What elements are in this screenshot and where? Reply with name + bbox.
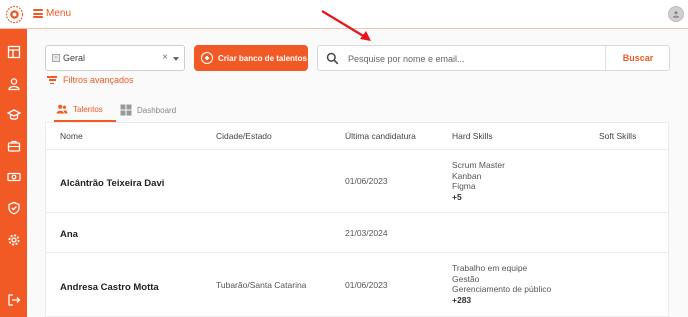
advanced-filters-link[interactable]: Filtros avançados [47, 75, 134, 85]
column-header-soft-skills[interactable]: Soft Skills [599, 131, 636, 141]
chevron-down-icon[interactable] [173, 57, 179, 61]
shield-check-icon[interactable] [6, 200, 21, 215]
dashboard-icon[interactable] [6, 44, 21, 59]
logout-icon[interactable] [6, 292, 21, 307]
column-header-name[interactable]: Nome [60, 131, 83, 141]
hamburger-icon [33, 9, 43, 18]
talent-name[interactable]: Alcântrão Teixeira Davi [60, 178, 164, 189]
skills-more-count[interactable]: +283 [452, 295, 551, 306]
table-row[interactable]: Andresa Castro Motta Tubarão/Santa Catar… [46, 253, 668, 317]
column-header-hard-skills[interactable]: Hard Skills [452, 131, 493, 141]
tab-dashboard-label: Dashboard [137, 105, 177, 115]
menu-button[interactable]: Menu [33, 8, 71, 19]
skill-item: Scrum Master [452, 160, 505, 170]
plus-circle-icon [201, 52, 213, 64]
search-button[interactable]: Buscar [606, 46, 670, 70]
filter-icon [47, 76, 57, 84]
dashboard-grid-icon [120, 104, 132, 116]
annotation-arrow-icon [321, 10, 371, 41]
table-row[interactable]: Ana 21/03/2024 [46, 213, 668, 253]
skill-item: Gerenciamento de público [452, 284, 552, 294]
people-icon [56, 104, 68, 114]
search-bar: Buscar [317, 45, 670, 71]
skills-more-count[interactable]: +5 [452, 192, 505, 203]
talent-hard-skills: Trabalho em equipe Gestão Gerenciamento … [452, 263, 551, 305]
users-icon[interactable] [6, 76, 21, 91]
column-header-city[interactable]: Cidade/Estado [216, 131, 272, 141]
column-header-last-application[interactable]: Última candidatura [345, 131, 416, 141]
gear-icon[interactable] [6, 232, 21, 247]
search-icon [326, 52, 339, 65]
clear-icon[interactable]: × [162, 52, 168, 63]
talent-last-application: 01/06/2023 [345, 176, 388, 186]
user-icon [672, 11, 680, 18]
view-tabs: Talentos Dashboard [45, 98, 670, 122]
menu-label: Menu [46, 8, 72, 19]
tab-talentos[interactable]: Talentos [54, 98, 116, 122]
talent-name[interactable]: Andresa Castro Motta [60, 282, 159, 293]
skill-item: Trabalho em equipe [452, 263, 528, 273]
skill-item: Figma [452, 181, 476, 191]
search-input[interactable] [348, 50, 598, 67]
talent-name[interactable]: Ana [60, 229, 78, 240]
briefcase-icon[interactable] [6, 138, 21, 153]
user-avatar[interactable] [668, 6, 684, 22]
select-chip-icon: ▫ [52, 54, 60, 62]
talent-hard-skills: Scrum Master Kanban Figma +5 [452, 160, 505, 202]
skill-item: Kanban [452, 170, 482, 181]
talent-last-application: 01/06/2023 [345, 280, 388, 290]
brand-logo-icon[interactable] [5, 5, 24, 24]
create-talent-bank-label: Criar banco de talentos [218, 53, 307, 63]
talent-bank-select-value: Geral [63, 53, 86, 63]
sidebar [0, 29, 27, 317]
advanced-filters-label: Filtros avançados [63, 75, 134, 85]
tab-dashboard[interactable]: Dashboard [120, 98, 176, 122]
cash-icon[interactable] [6, 169, 21, 184]
graduation-cap-icon[interactable] [6, 107, 21, 122]
talent-bank-select[interactable]: ▫ Geral × [45, 45, 185, 71]
skill-item: Gestão [452, 273, 480, 284]
create-talent-bank-button[interactable]: Criar banco de talentos [194, 45, 308, 71]
talents-table: Nome Cidade/Estado Última candidatura Ha… [45, 122, 669, 317]
tab-talentos-label: Talentos [73, 104, 103, 114]
table-row[interactable]: Alcântrão Teixeira Davi 01/06/2023 Scrum… [46, 150, 668, 213]
talent-city: Tubarão/Santa Catarina [216, 280, 307, 290]
talent-last-application: 21/03/2024 [345, 228, 388, 238]
